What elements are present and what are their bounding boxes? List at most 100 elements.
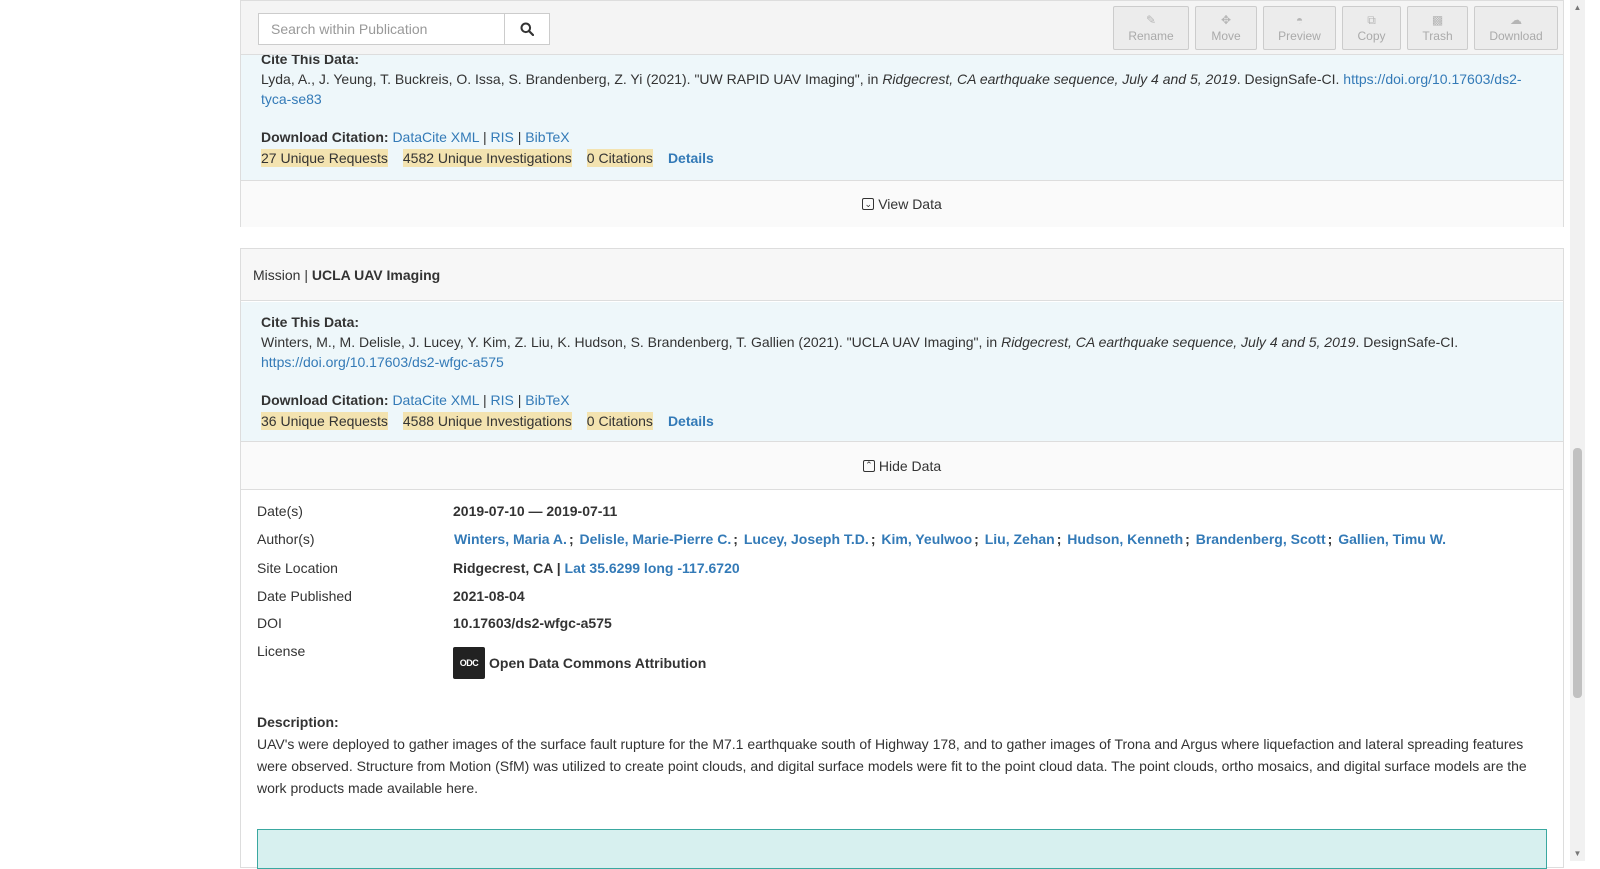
dates-key: Date(s) — [257, 503, 303, 519]
site-location-text: Ridgecrest, CA | — [453, 560, 561, 576]
mission-header: Mission | UCLA UAV Imaging — [241, 249, 1563, 301]
info-callout — [257, 829, 1547, 869]
scroll-up-arrow-icon[interactable]: ▲ — [1570, 0, 1585, 15]
trash-label: Trash — [1422, 28, 1453, 43]
dates-row: Date(s) 2019-07-10 — 2019-07-11 — [257, 503, 1543, 519]
download-citation: Download Citation: DataCite XML | RIS | … — [261, 392, 570, 408]
date-published-row: Date Published 2021-08-04 — [257, 588, 1543, 604]
ris-link[interactable]: RIS — [490, 392, 513, 408]
trash-icon: ▩ — [1431, 12, 1444, 27]
author-link[interactable]: Liu, Zehan — [985, 531, 1055, 547]
metrics-row: 36 Unique Requests 4588 Unique Investiga… — [261, 412, 714, 430]
file-actions: ✎ Rename ✥ Move ◓ Preview ⧉ Copy ▩ Trash… — [1113, 6, 1558, 50]
move-label: Move — [1211, 28, 1241, 43]
unique-investigations-badge: 4582 Unique Investigations — [402, 149, 572, 167]
hide-data-toggle[interactable]: ⌃ Hide Data — [241, 442, 1563, 490]
search-box — [258, 13, 550, 45]
download-label: Download — [1489, 28, 1543, 43]
citation-text: Lyda, A., J. Yeung, T. Buckreis, O. Issa… — [261, 69, 1523, 109]
citation-authors: Winters, M., M. Delisle, J. Lucey, Y. Ki… — [261, 334, 1002, 350]
citation-tail: . DesignSafe-CI. — [1236, 71, 1344, 87]
view-data-label: View Data — [878, 196, 942, 212]
dates-value: 2019-07-10 — 2019-07-11 — [453, 503, 618, 519]
author-link[interactable]: Delisle, Marie-Pierre C. — [580, 531, 732, 547]
coordinates-link[interactable]: Lat 35.6299 long -117.6720 — [565, 560, 740, 576]
author-link[interactable]: Hudson, Kenneth — [1067, 531, 1183, 547]
citation-authors: Lyda, A., J. Yeung, T. Buckreis, O. Issa… — [261, 71, 883, 87]
preview-button[interactable]: ◓ Preview — [1263, 6, 1336, 50]
download-citation: Download Citation: DataCite XML | RIS | … — [261, 129, 570, 145]
license-value: ODC Open Data Commons Attribution — [453, 647, 706, 679]
author-link[interactable]: Winters, Maria A. — [454, 531, 567, 547]
cloud-download-icon: ☁ — [1510, 12, 1522, 27]
license-key: License — [257, 643, 306, 659]
bibtex-link[interactable]: BibTeX — [525, 129, 569, 145]
move-button[interactable]: ✥ Move — [1195, 6, 1257, 50]
chevron-up-icon: ⌃ — [862, 459, 875, 472]
bibtex-link[interactable]: BibTeX — [525, 392, 569, 408]
mission-prefix: Mission | — [253, 266, 308, 283]
vertical-scrollbar[interactable]: ▲ ▼ — [1570, 0, 1585, 861]
chevron-down-icon: ⌄ — [862, 198, 875, 210]
citations-badge: 0 Citations — [586, 149, 653, 167]
scroll-down-arrow-icon[interactable]: ▼ — [1570, 846, 1585, 861]
date-published-value: 2021-08-04 — [453, 588, 525, 604]
rename-label: Rename — [1128, 28, 1174, 43]
citations-badge: 0 Citations — [586, 412, 653, 430]
unique-investigations-badge: 4588 Unique Investigations — [402, 412, 572, 430]
author-link[interactable]: Kim, Yeulwoo — [881, 531, 972, 547]
pencil-icon: ✎ — [1145, 12, 1157, 27]
rename-button[interactable]: ✎ Rename — [1113, 6, 1189, 50]
copy-icon: ⧉ — [1367, 12, 1376, 27]
site-location-row: Site Location Ridgecrest, CA | Lat 35.62… — [257, 560, 1543, 576]
download-citation-label: Download Citation: — [261, 392, 389, 408]
author-link[interactable]: Gallien, Timu W. — [1338, 531, 1446, 547]
license-row: License ODC Open Data Commons Attributio… — [257, 643, 1543, 679]
authors-key: Author(s) — [257, 531, 315, 547]
citation-area: Cite This Data: Winters, M., M. Delisle,… — [241, 302, 1563, 442]
datacite-xml-link[interactable]: DataCite XML — [392, 392, 479, 408]
binoculars-icon: ◓ — [1295, 12, 1304, 27]
doi-key: DOI — [257, 615, 282, 631]
search-input[interactable] — [258, 13, 505, 45]
citation-project: Ridgecrest, CA earthquake sequence, July… — [1001, 334, 1356, 350]
citation-tail: . DesignSafe-CI. — [1355, 334, 1459, 350]
doi-row: DOI 10.17603/ds2-wfgc-a575 — [257, 615, 1543, 631]
description-text: UAV's were deployed to gather images of … — [257, 736, 1527, 796]
authors-row: Author(s) Winters, Maria A.; Delisle, Ma… — [257, 531, 1543, 547]
license-name: Open Data Commons Attribution — [489, 655, 707, 671]
scrollbar-thumb[interactable] — [1573, 448, 1582, 698]
author-link[interactable]: Brandenberg, Scott — [1196, 531, 1326, 547]
view-data-toggle[interactable]: ⌄ View Data — [241, 181, 1563, 227]
details-link[interactable]: Details — [668, 413, 714, 429]
hide-data-label: Hide Data — [878, 457, 942, 474]
description-label: Description: — [257, 714, 339, 730]
move-icon: ✥ — [1220, 12, 1232, 27]
cite-label: Cite This Data: — [261, 314, 360, 330]
site-location-value: Ridgecrest, CA | Lat 35.6299 long -117.6… — [453, 560, 740, 576]
citation-project: Ridgecrest, CA earthquake sequence, July… — [882, 71, 1237, 87]
unique-requests-badge: 36 Unique Requests — [261, 412, 388, 430]
authors-list: Winters, Maria A.; Delisle, Marie-Pierre… — [454, 531, 1447, 547]
mission-title: UCLA UAV Imaging — [311, 266, 441, 283]
ris-link[interactable]: RIS — [490, 129, 513, 145]
unique-requests-badge: 27 Unique Requests — [261, 149, 388, 167]
datacite-xml-link[interactable]: DataCite XML — [392, 129, 479, 145]
details-link[interactable]: Details — [668, 150, 714, 166]
publication-toolbar: ✎ Rename ✥ Move ◓ Preview ⧉ Copy ▩ Trash… — [240, 0, 1564, 55]
preview-label: Preview — [1278, 28, 1321, 43]
trash-button[interactable]: ▩ Trash — [1407, 6, 1468, 50]
copy-label: Copy — [1357, 28, 1386, 43]
mission-panel-ucla: Mission | UCLA UAV Imaging Cite This Dat… — [240, 248, 1564, 869]
site-location-key: Site Location — [257, 560, 338, 576]
author-link[interactable]: Lucey, Joseph T.D. — [744, 531, 869, 547]
copy-button[interactable]: ⧉ Copy — [1342, 6, 1401, 50]
doi-value: 10.17603/ds2-wfgc-a575 — [453, 615, 612, 631]
metrics-row: 27 Unique Requests 4582 Unique Investiga… — [261, 149, 714, 167]
doi-link[interactable]: https://doi.org/10.17603/ds2-wfgc-a575 — [261, 354, 504, 370]
search-button[interactable] — [505, 13, 550, 45]
download-button[interactable]: ☁ Download — [1474, 6, 1558, 50]
search-icon — [520, 22, 534, 36]
download-citation-label: Download Citation: — [261, 129, 389, 145]
publication-page: Cite This Data: Lyda, A., J. Yeung, T. B… — [0, 0, 1585, 869]
